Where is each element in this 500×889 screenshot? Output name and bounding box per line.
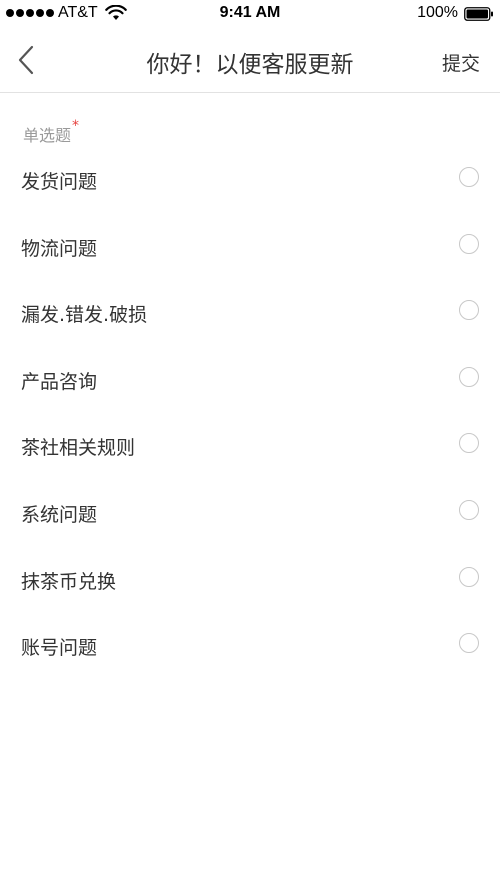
- option-label: 物流问题: [21, 237, 98, 260]
- battery-icon: [464, 7, 493, 21]
- radio-button[interactable]: [459, 300, 479, 321]
- status-bar: AT&T 9:41 AM 100%: [0, 0, 500, 28]
- option-label: 漏发.错发.破损: [21, 304, 148, 327]
- back-button[interactable]: [12, 42, 44, 78]
- option-list: 发货问题 物流问题 漏发.错发.破损 产品咨询 茶社相关规则 系统问题 抹茶币兑…: [0, 146, 500, 679]
- battery-percentage: 100%: [417, 4, 458, 21]
- required-mark: *: [72, 118, 80, 134]
- navigation-bar: 你好！以便客服更新 提交: [0, 28, 500, 93]
- radio-button[interactable]: [459, 233, 479, 254]
- option-label: 系统问题: [21, 503, 98, 526]
- submit-button[interactable]: 提交: [442, 49, 480, 76]
- option-label: 发货问题: [21, 171, 98, 193]
- option-label: 茶社相关规则: [21, 437, 136, 460]
- question-type-label: 单选题*: [23, 118, 79, 146]
- question-type-text: 单选题: [23, 126, 72, 145]
- option-system-issue[interactable]: 系统问题: [0, 479, 500, 546]
- radio-button[interactable]: [459, 167, 479, 187]
- option-product-inquiry[interactable]: 产品咨询: [0, 346, 500, 413]
- option-label: 产品咨询: [21, 370, 98, 393]
- option-account-issue[interactable]: 账号问题: [0, 612, 500, 679]
- option-missing-wrong-damaged[interactable]: 漏发.错发.破损: [0, 279, 500, 346]
- option-matcha-coin-exchange[interactable]: 抹茶币兑换: [0, 546, 500, 613]
- chevron-left-icon: [18, 45, 34, 75]
- radio-button[interactable]: [459, 433, 479, 454]
- radio-button[interactable]: [459, 633, 479, 654]
- option-shipping[interactable]: 发货问题: [0, 146, 500, 213]
- option-label: 抹茶币兑换: [21, 570, 117, 593]
- option-logistics[interactable]: 物流问题: [0, 213, 500, 280]
- page-title: 你好！以便客服更新: [146, 52, 354, 78]
- option-tea-club-rules[interactable]: 茶社相关规则: [0, 412, 500, 479]
- option-label: 账号问题: [21, 637, 98, 660]
- radio-button[interactable]: [459, 499, 479, 520]
- radio-button[interactable]: [459, 366, 479, 387]
- radio-button[interactable]: [459, 566, 479, 587]
